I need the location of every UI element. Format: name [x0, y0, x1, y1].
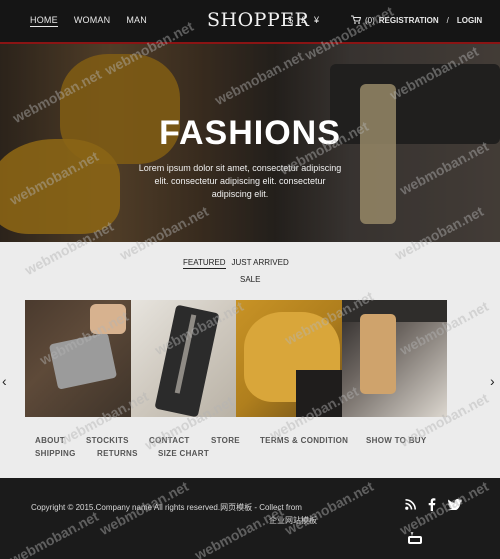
copyright-text: Copyright © 2015.Company name All rights… [31, 501, 351, 527]
carousel-prev-icon[interactable]: ‹ [2, 373, 7, 389]
footer-link-how-to-buy[interactable]: SHOW TO BUY [366, 436, 427, 445]
currency-pound[interactable]: £ [301, 15, 306, 25]
cart-count[interactable]: (0) [365, 16, 375, 25]
currency-switcher: $ £ ¥ [288, 15, 319, 25]
copyright-link[interactable]: 企业网站模板 [31, 514, 317, 527]
nav-woman[interactable]: WOMAN [74, 15, 111, 27]
product-carousel [25, 300, 447, 417]
registration-link[interactable]: REGISTRATION [379, 16, 439, 25]
product-slide[interactable] [130, 300, 236, 417]
footer-link-stockits[interactable]: STOCKITS [86, 436, 129, 445]
account-separator: / [446, 16, 449, 25]
hero-banner: FASHIONS Lorem ipsum dolor sit amet, con… [0, 44, 500, 242]
footer-links: ABOUT STOCKITS CONTACT STORE TERMS & CON… [35, 436, 455, 462]
login-link[interactable]: LOGIN [457, 16, 482, 25]
currency-dollar[interactable]: $ [288, 15, 293, 25]
main-nav: HOME WOMAN MAN [30, 15, 147, 27]
copyright-line: Copyright © 2015.Company name All rights… [31, 503, 302, 512]
footer-link-contact[interactable]: CONTACT [149, 436, 190, 445]
footer-link-size-chart[interactable]: SIZE CHART [158, 449, 209, 458]
site-footer: Copyright © 2015.Company name All rights… [0, 478, 500, 559]
product-slide[interactable] [341, 300, 447, 417]
youtube-icon[interactable] [408, 531, 422, 549]
hero-title: FASHIONS [159, 114, 341, 152]
rss-icon[interactable] [405, 499, 416, 510]
footer-link-terms[interactable]: TERMS & CONDITION [260, 436, 348, 445]
footer-link-about[interactable]: ABOUT [35, 436, 65, 445]
tab-featured[interactable]: FEATURED [183, 258, 226, 269]
hero-description: Lorem ipsum dolor sit amet, consectetur … [138, 163, 342, 199]
account-area: (0) REGISTRATION / LOGIN [351, 15, 482, 26]
currency-yen[interactable]: ¥ [314, 15, 319, 25]
cart-icon[interactable] [351, 15, 362, 26]
product-slide[interactable] [25, 300, 131, 417]
facebook-icon[interactable] [428, 498, 436, 511]
twitter-icon[interactable] [448, 499, 462, 510]
top-navigation-bar: HOME WOMAN MAN SHOPPER $ £ ¥ (0) REGISTR… [0, 0, 500, 44]
product-slide[interactable] [236, 300, 342, 417]
product-tabs: FEATURED JUST ARRIVED SALE [183, 258, 323, 284]
carousel-next-icon[interactable]: › [490, 373, 495, 389]
nav-man[interactable]: MAN [126, 15, 147, 27]
tab-sale[interactable]: SALE [240, 275, 260, 285]
footer-link-shipping[interactable]: SHIPPING [35, 449, 76, 458]
footer-link-returns[interactable]: RETURNS [97, 449, 138, 458]
social-links [405, 498, 462, 511]
tab-just-arrived[interactable]: JUST ARRIVED [232, 258, 289, 269]
footer-link-store[interactable]: STORE [211, 436, 240, 445]
nav-home[interactable]: HOME [30, 15, 58, 27]
